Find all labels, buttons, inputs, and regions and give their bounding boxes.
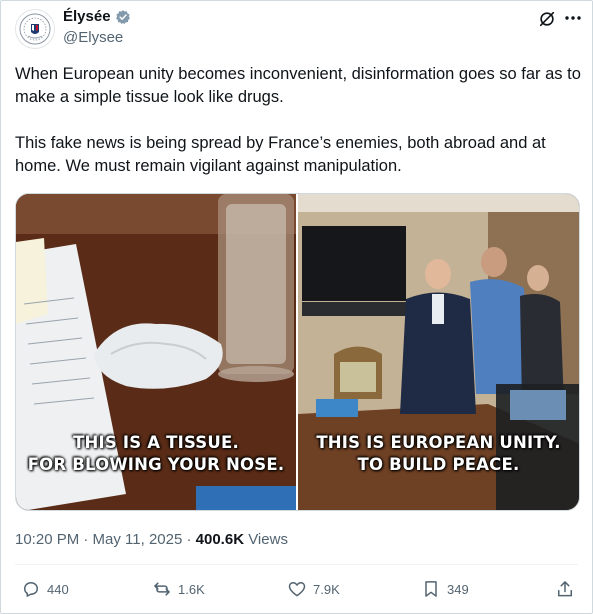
like-count: 7.9K	[313, 581, 340, 597]
repost-icon	[154, 582, 170, 596]
caption-line: TO BUILD PEACE.	[357, 455, 520, 474]
repost-count: 1.6K	[178, 581, 205, 597]
author-handle[interactable]: @Elysee	[63, 29, 123, 46]
verified-badge-icon	[115, 9, 130, 24]
elysee-seal-icon	[19, 13, 51, 45]
bookmark-icon	[425, 581, 437, 597]
reply-count: 440	[47, 581, 69, 597]
media-grid: THIS IS A TISSUE. FOR BLOWING YOUR NOSE.	[15, 193, 580, 511]
reply-icon	[24, 582, 38, 597]
timestamp[interactable]: 10:20 PM · May 11, 2025 ·	[15, 531, 196, 548]
like-button[interactable]: 7.9K	[287, 579, 340, 599]
tweet-card: Élysée @Elysee When European unity becom…	[0, 0, 593, 614]
meeting-caption: THIS IS EUROPEAN UNITY. TO BUILD PEACE.	[298, 432, 579, 476]
repost-button[interactable]: 1.6K	[152, 579, 205, 599]
views-label: Views	[244, 531, 288, 548]
share-button[interactable]	[555, 579, 575, 599]
tweet-text: When European unity becomes inconvenient…	[15, 63, 581, 201]
tweet-paragraph: When European unity becomes inconvenient…	[15, 65, 581, 106]
bookmark-count: 349	[447, 581, 469, 597]
like-icon	[288, 582, 306, 597]
grok-button[interactable]	[537, 9, 557, 29]
reply-button[interactable]: 440	[21, 579, 69, 599]
caption-line: THIS IS EUROPEAN UNITY.	[316, 433, 561, 452]
media-image-tissue[interactable]: THIS IS A TISSUE. FOR BLOWING YOUR NOSE.	[16, 194, 296, 510]
grok-icon	[539, 11, 555, 27]
tweet-paragraph: This fake news is being spread by France…	[15, 134, 546, 175]
author-name-row: Élysée	[63, 8, 131, 25]
share-icon	[558, 581, 572, 597]
media-image-meeting[interactable]: THIS IS EUROPEAN UNITY. TO BUILD PEACE.	[298, 194, 579, 510]
caption-line: THIS IS A TISSUE.	[73, 433, 239, 452]
avatar[interactable]	[15, 9, 55, 49]
caption-line: FOR BLOWING YOUR NOSE.	[27, 455, 285, 474]
divider	[15, 564, 578, 565]
tissue-caption: THIS IS A TISSUE. FOR BLOWING YOUR NOSE.	[16, 432, 296, 476]
more-button[interactable]	[562, 7, 584, 29]
author-name[interactable]: Élysée	[63, 8, 111, 25]
views-count: 400.6K	[195, 531, 245, 548]
more-icon	[565, 16, 581, 20]
tweet-meta: 10:20 PM · May 11, 2025 · 400.6K Views	[15, 531, 288, 548]
bookmark-button[interactable]: 349	[421, 579, 469, 599]
